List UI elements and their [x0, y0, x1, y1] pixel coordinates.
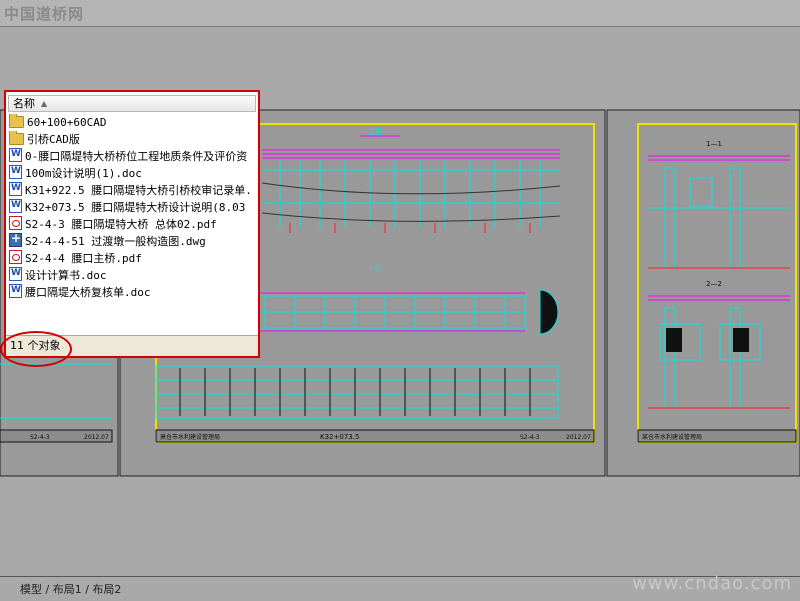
middle-tb-date: 2012.07	[566, 434, 591, 441]
file-item[interactable]: 100m设计说明(1).doc	[8, 165, 258, 182]
column-header-name[interactable]: 名称 ▲	[8, 95, 256, 112]
label-section-2: 2—2	[706, 280, 722, 288]
middle-tb-drawing-no: S2-4-3	[520, 434, 540, 441]
file-item[interactable]: K31+922.5 腰口隔堤特大桥引桥校审记录单.	[8, 182, 258, 199]
file-item[interactable]: 引桥CAD版	[8, 131, 258, 148]
file-item[interactable]: 60+100+60CAD	[8, 114, 258, 131]
middle-tb-org: 莫仓市水利建设管理局	[160, 433, 220, 441]
left-tb-date: 2012.07	[84, 434, 109, 441]
pdf-icon	[9, 250, 22, 264]
status-object-count: 11 个对象	[10, 339, 61, 352]
file-item[interactable]: S2-4-4 腰口主桥.pdf	[8, 250, 258, 267]
label-section-1: 1—1	[706, 140, 722, 148]
word-doc-icon	[9, 148, 22, 163]
file-list: 60+100+60CAD 引桥CAD版 0-腰口隔堤特大桥桥位工程地质条件及评价…	[8, 114, 258, 336]
label-elevation: 立面	[368, 127, 382, 136]
word-doc-icon	[9, 267, 22, 282]
file-item[interactable]: 0-腰口隔堤特大桥桥位工程地质条件及评价资	[8, 148, 258, 165]
file-item[interactable]: S2-4-4-51 过渡墩一般构造图.dwg	[8, 233, 258, 250]
top-toolbar	[0, 0, 800, 27]
dwg-icon	[9, 233, 22, 247]
file-item[interactable]: 腰口隔堤大桥复核单.doc	[8, 284, 258, 301]
folder-icon	[9, 131, 24, 145]
folder-icon	[9, 114, 24, 128]
file-item[interactable]: K32+073.5 腰口隔堤特大桥设计说明(8.03	[8, 199, 258, 216]
file-item[interactable]: 设计计算书.doc	[8, 267, 258, 284]
sort-ascending-icon: ▲	[41, 99, 48, 108]
word-doc-icon	[9, 182, 22, 197]
label-station: K32+073.5	[320, 433, 359, 441]
file-list-window[interactable]: 名称 ▲ 60+100+60CAD 引桥CAD版 0-腰口隔堤特大桥桥位工程地质条…	[4, 90, 260, 358]
status-bar: 11 个对象	[6, 335, 258, 356]
column-header-label: 名称	[13, 97, 35, 110]
section-2-pier-right	[733, 328, 749, 352]
layout-tabs[interactable]: 模型 / 布局1 / 布局2	[20, 581, 121, 597]
file-item[interactable]: S2-4-3 腰口隔堤特大桥 总体02.pdf	[8, 216, 258, 233]
pdf-icon	[9, 216, 22, 230]
label-plan: 平面	[368, 265, 382, 273]
word-doc-icon	[9, 165, 22, 180]
word-doc-icon	[9, 284, 22, 299]
watermark-url-bottom: www.cndao.com	[632, 573, 792, 594]
right-tb-org: 某仓市水利建设管理局	[642, 433, 702, 441]
word-doc-icon	[9, 199, 22, 214]
left-tb-drawing-no: S2-4-3	[30, 434, 50, 441]
watermark-logo-top: 中国道桥网	[4, 5, 85, 23]
section-2-pier-left	[666, 328, 682, 352]
